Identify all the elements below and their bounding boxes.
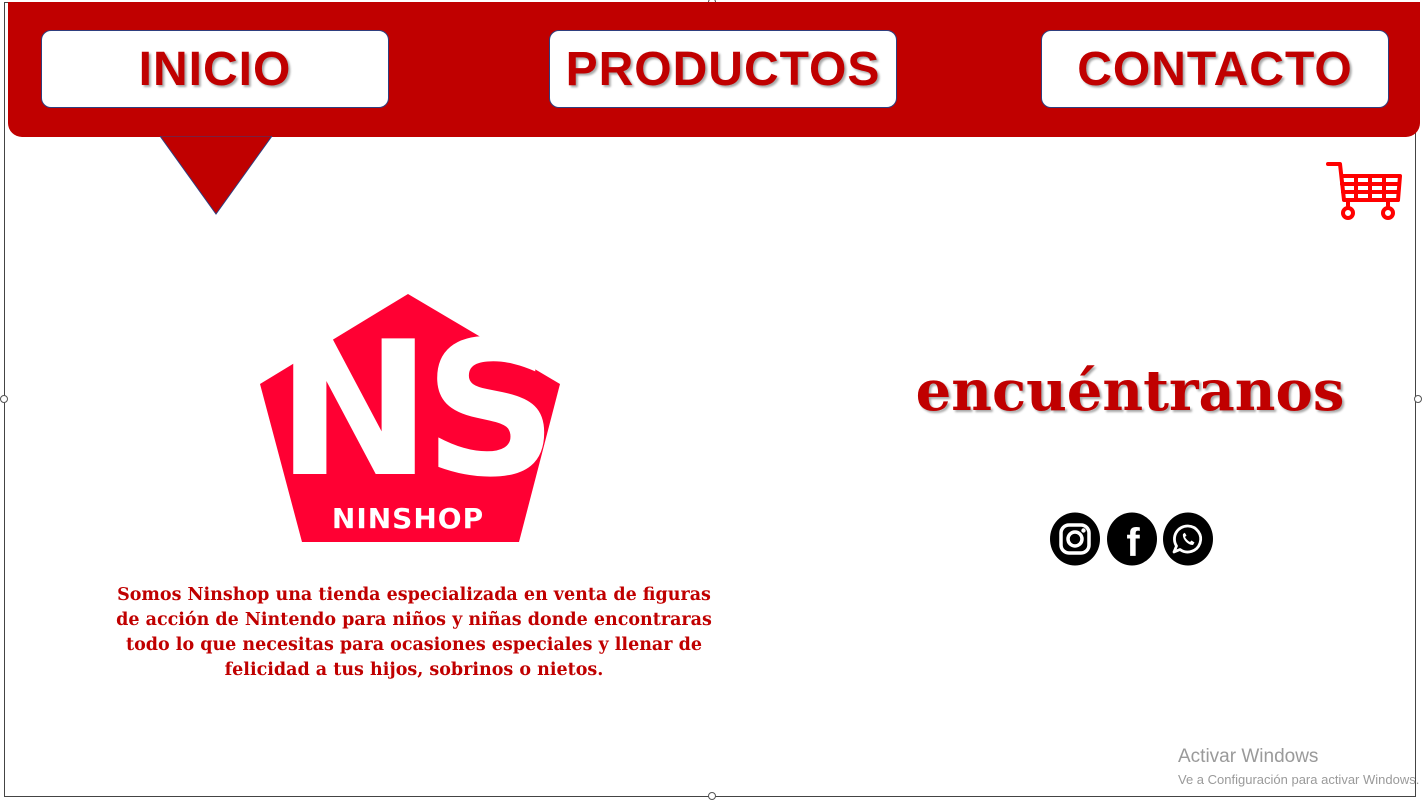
activate-windows-subtitle: Ve a Configuración para activar Windows. bbox=[1178, 772, 1420, 787]
facebook-icon[interactable]: f bbox=[1106, 512, 1158, 566]
ninshop-logo: NS NINSHOP bbox=[260, 294, 560, 542]
nav-button-inicio[interactable]: INICIO bbox=[41, 30, 389, 108]
resize-handle-right[interactable] bbox=[1414, 395, 1422, 403]
activate-windows-title: Activar Windows bbox=[1178, 746, 1319, 767]
nav-button-contacto[interactable]: CONTACTO bbox=[1041, 30, 1389, 108]
facebook-glyph: f bbox=[1126, 521, 1140, 565]
whatsapp-icon[interactable] bbox=[1162, 512, 1214, 566]
nav-button-productos[interactable]: PRODUCTOS bbox=[549, 30, 897, 108]
shopping-cart-icon[interactable] bbox=[1326, 160, 1404, 222]
logo-mark: NS bbox=[276, 301, 550, 518]
find-us-title: encuéntranos bbox=[915, 358, 1345, 424]
active-page-pointer bbox=[160, 136, 272, 215]
logo-name: NINSHOP bbox=[332, 502, 484, 535]
resize-handle-left[interactable] bbox=[0, 395, 8, 403]
about-text: Somos Ninshop una tienda especializada e… bbox=[116, 585, 712, 680]
resize-handle-bottom[interactable] bbox=[708, 792, 716, 800]
instagram-icon[interactable] bbox=[1049, 512, 1101, 566]
